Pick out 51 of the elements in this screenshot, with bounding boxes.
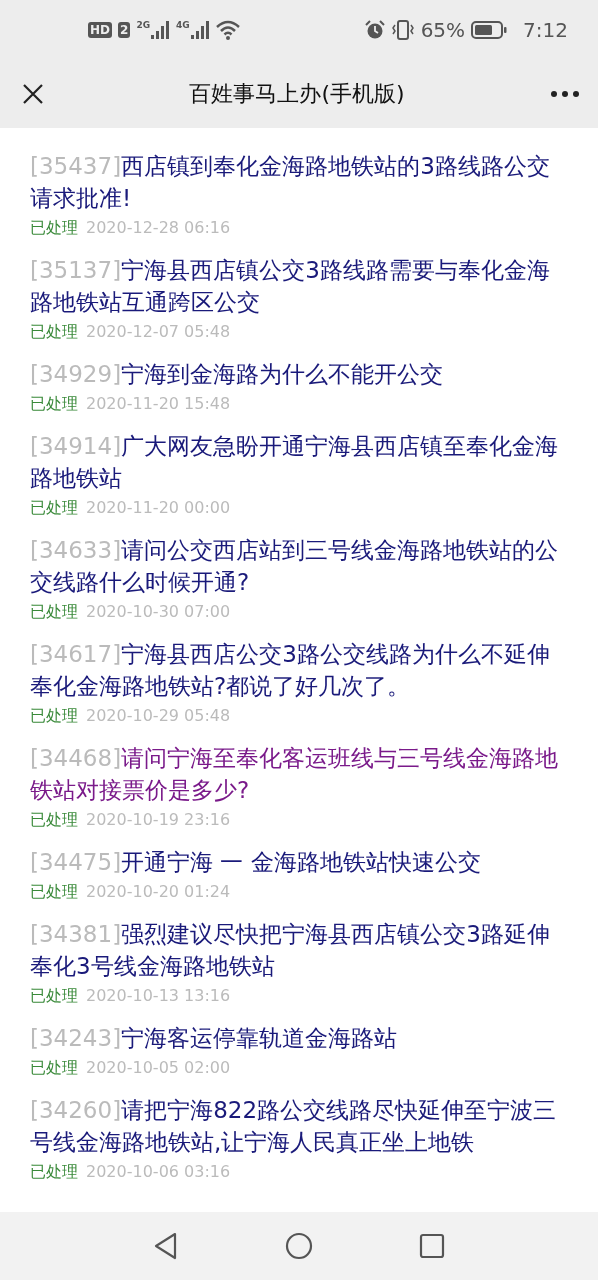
- date-text: 2020-10-29 05:48: [86, 706, 231, 725]
- home-icon[interactable]: [285, 1232, 313, 1260]
- date-text: 2020-10-06 03:16: [86, 1162, 231, 1181]
- wifi-icon: [215, 20, 240, 40]
- date-text: 2020-11-20 15:48: [86, 394, 231, 413]
- more-icon: [550, 90, 580, 98]
- page-title: 百姓事马上办(手机版): [189, 80, 405, 108]
- close-icon: [22, 83, 44, 105]
- question-link[interactable]: [34468]请问宁海至奉化客运班线与三号线金海路地铁站对接票价是多少?: [30, 742, 568, 806]
- date-text: 2020-12-07 05:48: [86, 322, 231, 341]
- status-label: 已处理: [30, 602, 78, 621]
- question-link[interactable]: [34243]宁海客运停靠轨道金海路站: [30, 1022, 568, 1054]
- date-text: 2020-10-13 13:16: [86, 986, 231, 1005]
- status-label: 已处理: [30, 1162, 78, 1181]
- date-text: 2020-10-20 01:24: [86, 882, 231, 901]
- alarm-icon: [364, 20, 385, 40]
- status-label: 已处理: [30, 498, 78, 517]
- hd-badge: HD: [88, 22, 112, 38]
- status-label: 已处理: [30, 706, 78, 725]
- question-link[interactable]: [34914]广大网友急盼开通宁海县西店镇至奉化金海路地铁站: [30, 430, 568, 494]
- status-label: 已处理: [30, 322, 78, 341]
- battery-percent: 65%: [420, 18, 466, 42]
- clock-time: 7:12: [523, 18, 568, 42]
- status-label: 已处理: [30, 1058, 78, 1077]
- question-link[interactable]: [34381]强烈建议尽快把宁海县西店镇公交3路延伸奉化3号线金海路地铁站: [30, 918, 568, 982]
- question-link[interactable]: [34475]开通宁海 一 金海路地铁站快速公交: [30, 846, 568, 878]
- question-link[interactable]: [34633]请问公交西店站到三号线金海路地铁站的公交线路什么时候开通?: [30, 534, 568, 598]
- status-label: 已处理: [30, 810, 78, 829]
- question-link[interactable]: [35437]西店镇到奉化金海路地铁站的3路线路公交请求批准!: [30, 150, 568, 214]
- signal-icon: [189, 20, 210, 40]
- question-link[interactable]: [34929]宁海到金海路为什么不能开公交: [30, 358, 568, 390]
- signal-icon: [150, 20, 171, 40]
- question-link[interactable]: [34260]请把宁海822路公交线路尽快延伸至宁波三号线金海路地铁站,让宁海人民真正坐上地铁: [30, 1094, 568, 1158]
- date-text: 2020-10-30 07:00: [86, 602, 231, 621]
- date-text: 2020-10-05 02:00: [86, 1058, 231, 1077]
- recents-icon[interactable]: [419, 1233, 445, 1259]
- back-icon[interactable]: [153, 1232, 179, 1260]
- network-label: 2G: [136, 20, 151, 30]
- vibrate-icon: [390, 20, 415, 40]
- question-link[interactable]: [34617]宁海县西店公交3路公交线路为什么不延伸奉化金海路地铁站?都说了好几次了。: [30, 638, 568, 702]
- network-label: 4G: [176, 20, 190, 30]
- status-label: 已处理: [30, 882, 78, 901]
- battery-icon: [471, 20, 508, 40]
- date-text: 2020-12-28 06:16: [86, 218, 231, 237]
- status-label: 已处理: [30, 986, 78, 1005]
- date-text: 2020-10-19 23:16: [86, 810, 231, 829]
- sim-badge: 2: [118, 22, 131, 38]
- status-label: 已处理: [30, 218, 78, 237]
- question-link[interactable]: [35137]宁海县西店镇公交3路线路需要与奉化金海路地铁站互通跨区公交: [30, 254, 568, 318]
- status-label: 已处理: [30, 394, 78, 413]
- date-text: 2020-11-20 00:00: [86, 498, 231, 517]
